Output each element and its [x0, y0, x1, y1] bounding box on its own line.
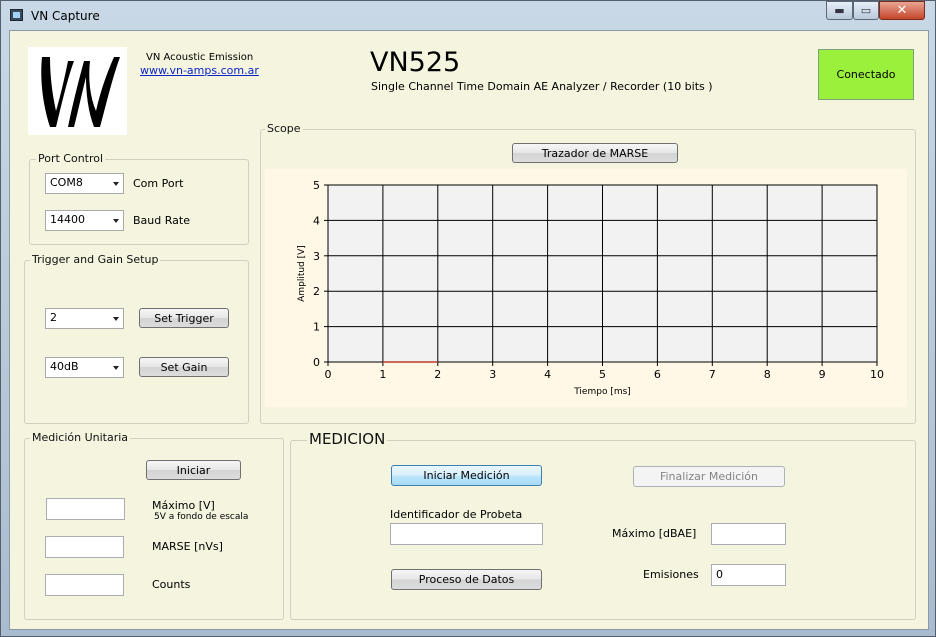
y-axis-label: Amplitud [V] [297, 245, 307, 302]
measurement-title: MEDICION [307, 430, 388, 448]
marse-plotter-button[interactable]: Trazador de MARSE [512, 143, 678, 163]
chevron-down-icon [113, 317, 119, 321]
finish-measurement-button[interactable]: Finalizar Medición [633, 466, 785, 487]
x-tick-label: 4 [544, 368, 551, 381]
start-unit-button[interactable]: Iniciar [146, 460, 241, 480]
emissions-label: Emisiones [643, 568, 699, 581]
vn-logo-mark [41, 57, 120, 127]
y-tick-label: 5 [313, 179, 320, 192]
marse-label: MARSE [nVs] [152, 540, 223, 553]
trigger-select[interactable]: 2 [45, 308, 124, 329]
set-trigger-button[interactable]: Set Trigger [139, 308, 229, 328]
port-control-title: Port Control [36, 152, 106, 165]
chevron-down-icon [113, 219, 119, 223]
process-data-button[interactable]: Proceso de Datos [391, 569, 542, 590]
company-name: VN Acoustic Emission [146, 52, 254, 63]
x-tick-label: 9 [819, 368, 826, 381]
chevron-down-icon [113, 182, 119, 186]
marse-field[interactable] [45, 536, 124, 558]
port-control-group: Port Control COM8 Com Port 14400 Baud Ra… [29, 152, 249, 245]
start-measurement-button[interactable]: Iniciar Medición [391, 465, 542, 486]
x-tick-label: 6 [654, 368, 661, 381]
x-tick-label: 5 [599, 368, 606, 381]
x-axis-label: Tiempo [ms] [573, 387, 631, 397]
vn-logo [28, 47, 127, 135]
client-area: VN Acoustic Emission www.vn-amps.com.ar … [9, 30, 929, 630]
gain-select[interactable]: 40dB [45, 357, 124, 378]
trigger-value: 2 [50, 311, 57, 324]
y-tick-label: 2 [313, 285, 320, 298]
x-tick-label: 3 [489, 368, 496, 381]
specimen-id-field[interactable] [390, 523, 543, 545]
close-icon: ✕ [896, 3, 908, 18]
website-link[interactable]: www.vn-amps.com.ar [140, 64, 259, 77]
product-title: VN525 [370, 47, 461, 78]
measurement-group: MEDICION Iniciar Medición Finalizar Medi… [290, 430, 916, 620]
counts-label: Counts [152, 578, 191, 591]
specimen-id-label: Identificador de Probeta [390, 508, 523, 521]
gain-value: 40dB [50, 360, 79, 373]
connection-status-text: Conectado [836, 68, 896, 81]
x-tick-label: 7 [709, 368, 716, 381]
max-dbae-field[interactable] [711, 523, 786, 545]
title-bar[interactable]: VN Capture ▬ ▭ ✕ [1, 1, 935, 29]
y-tick-label: 1 [313, 321, 320, 334]
trigger-gain-title: Trigger and Gain Setup [30, 253, 161, 266]
app-window: VN Capture ▬ ▭ ✕ VN Acoustic Emission ww… [0, 0, 936, 637]
scope-chart: 0 1 2 3 4 5 6 7 8 9 10 0 1 2 3 4 5 Tiempo [ms] Amplitud [V… [297, 179, 884, 397]
com-port-label: Com Port [133, 177, 184, 190]
chevron-down-icon [113, 366, 119, 370]
maximize-button[interactable]: ▭ [853, 1, 879, 20]
minimize-button[interactable]: ▬ [826, 1, 853, 20]
x-tick-label: 1 [379, 368, 386, 381]
connection-status-badge: Conectado [818, 49, 914, 100]
window-title: VN Capture [31, 9, 100, 23]
x-tick-label: 0 [325, 368, 332, 381]
product-subtitle: Single Channel Time Domain AE Analyzer /… [371, 80, 713, 93]
y-tick-label: 4 [313, 214, 320, 227]
emissions-field[interactable]: 0 [711, 564, 786, 586]
baud-rate-select[interactable]: 14400 [45, 210, 124, 231]
unit-measurement-title: Medición Unitaria [30, 431, 131, 444]
max-volts-field[interactable] [46, 498, 125, 520]
x-tick-label: 10 [870, 368, 884, 381]
com-port-select[interactable]: COM8 [45, 173, 124, 194]
com-port-value: COM8 [50, 176, 83, 189]
max-dbae-label: Máximo [dBAE] [612, 527, 697, 540]
max-volts-hint: 5V a fondo de escala [154, 512, 249, 522]
y-tick-label: 0 [313, 356, 320, 369]
scope-title: Scope [265, 122, 303, 135]
scope-chart-area: 0 1 2 3 4 5 6 7 8 9 10 0 1 2 3 4 5 Tiempo [ms] Amplitud [V… [265, 169, 907, 407]
unit-measurement-group: Medición Unitaria Iniciar Máximo [V] 5V … [24, 431, 284, 620]
x-tick-label: 8 [764, 368, 771, 381]
baud-rate-value: 14400 [50, 213, 85, 226]
counts-field[interactable] [45, 574, 124, 596]
y-tick-label: 3 [313, 250, 320, 263]
set-gain-button[interactable]: Set Gain [139, 357, 229, 377]
app-icon [10, 9, 23, 21]
close-button[interactable]: ✕ [879, 1, 925, 20]
x-tick-label: 2 [434, 368, 441, 381]
max-volts-label: Máximo [V] [152, 499, 215, 512]
maximize-icon: ▭ [860, 4, 872, 17]
minimize-icon: ▬ [834, 4, 845, 17]
baud-rate-label: Baud Rate [133, 214, 190, 227]
trigger-gain-group: Trigger and Gain Setup 2 Set Trigger 40d… [24, 253, 249, 424]
